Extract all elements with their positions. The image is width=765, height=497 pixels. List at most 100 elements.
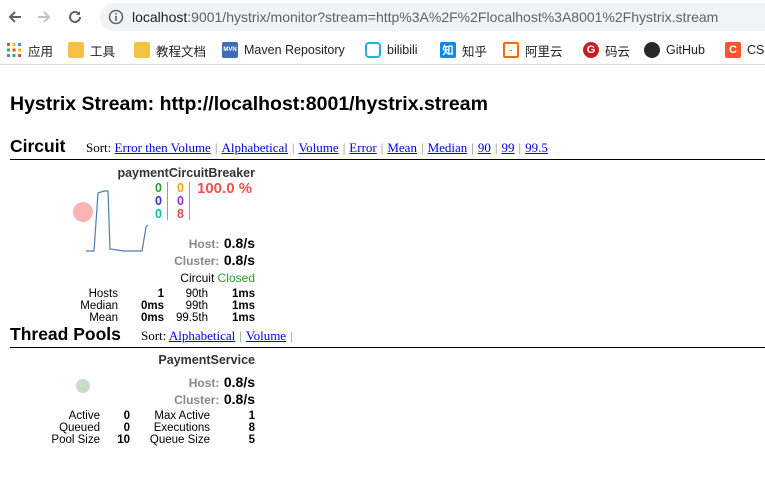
circuit-sort-bar: Sort: Error then Volume | Alphabetical | Vol… [86, 140, 548, 155]
github-icon [644, 42, 660, 58]
stat-mean-value: 0ms [140, 312, 164, 324]
thread-pools-section-title: Thread Pools [10, 324, 121, 344]
folder-icon [134, 42, 150, 58]
bookmark-gitee[interactable]: G 码云 [583, 41, 630, 59]
host-rate: 0.8/s [223, 374, 255, 390]
sort-90-link[interactable]: 90 [478, 140, 491, 155]
back-button[interactable] [4, 6, 26, 28]
tp-host-rate-row: Host: 0.8/s [189, 374, 255, 392]
bookmark-label: 应用 [28, 44, 54, 59]
stat-p99-value: 1ms [231, 300, 255, 312]
stat-hosts-value: 1 [157, 288, 164, 300]
stat-p995-label: 99.5th [176, 312, 208, 324]
cluster-label: Cluster: [174, 254, 220, 268]
sort-label: Sort: [141, 328, 167, 343]
bookmark-label: 教程文档 [156, 44, 207, 59]
sort-label: Sort: [86, 140, 112, 155]
back-arrow-icon [8, 11, 21, 23]
host-label: Host: [188, 376, 220, 390]
bookmark-csdn[interactable]: C CS [725, 41, 764, 59]
aliyun-icon: - [503, 42, 519, 58]
bookmark-tutorials[interactable]: 教程文档 [134, 41, 206, 59]
success-count: 0 [155, 181, 162, 195]
host-label: Host: [188, 237, 220, 251]
bookmark-label: CS [747, 43, 765, 57]
reload-icon [69, 10, 81, 23]
bookmarks-bar: 应用 工具 教程文档 MVN Maven Repository bilibili… [0, 35, 765, 65]
bookmark-label: GitHub [666, 43, 705, 57]
stat-queued-label: Queued [59, 422, 100, 434]
folder-icon [68, 42, 84, 58]
circuit-status-label: Circuit [180, 271, 215, 285]
stat-p99-label: 99th [185, 300, 208, 312]
csdn-icon: C [725, 42, 741, 58]
stat-median-value: 0ms [140, 300, 164, 312]
apps-grid-icon [6, 42, 22, 58]
thread-pool-monitor-panel: PaymentService Host: 0.8/s Cluster: 0.8/… [0, 350, 270, 450]
stat-p995-value: 1ms [231, 312, 255, 324]
stat-pool-size-label: Pool Size [51, 434, 100, 446]
thread-pools-section-header: Thread Pools Sort: Alphabetical | Volume | [10, 324, 765, 348]
sort-99-link[interactable]: 99 [502, 140, 515, 155]
stat-max-active-value: 1 [248, 410, 255, 422]
zhihu-icon: 知 [440, 42, 456, 58]
count-divider [189, 182, 190, 220]
circuit-status: Circuit Closed [180, 271, 255, 285]
bookmark-maven[interactable]: MVN Maven Repository [222, 41, 345, 59]
stat-median-label: Median [80, 300, 118, 312]
stat-active-value: 0 [123, 410, 130, 422]
url-path: :9001/hystrix/monitor?stream=http%3A%2F%… [187, 9, 719, 25]
sort-alphabetical-link[interactable]: Alphabetical [221, 140, 287, 155]
sort-volume-link[interactable]: Volume [298, 140, 338, 155]
url-text: localhost:9001/hystrix/monitor?stream=ht… [132, 9, 718, 25]
rejected-count: 0 [177, 194, 184, 208]
sort-99-5-link[interactable]: 99.5 [525, 140, 548, 155]
site-info-icon[interactable] [108, 9, 124, 25]
address-bar[interactable]: localhost:9001/hystrix/monitor?stream=ht… [100, 3, 765, 31]
sort-error-then-volume-link[interactable]: Error then Volume [115, 140, 211, 155]
reload-button[interactable] [64, 6, 86, 28]
sort-volume-link[interactable]: Volume [246, 328, 286, 343]
cluster-rate: 0.8/s [223, 252, 255, 268]
sort-error-link[interactable]: Error [349, 140, 376, 155]
forward-button[interactable] [33, 6, 55, 28]
browser-toolbar: localhost:9001/hystrix/monitor?stream=ht… [0, 0, 765, 35]
bookmark-label: 知乎 [462, 44, 488, 59]
bookmark-apps[interactable]: 应用 [6, 41, 53, 59]
sort-alphabetical-link[interactable]: Alphabetical [169, 328, 235, 343]
sort-mean-link[interactable]: Mean [387, 140, 417, 155]
cluster-rate: 0.8/s [223, 391, 255, 407]
stat-executions-value: 8 [248, 422, 255, 434]
cluster-rate-row: Cluster: 0.8/s [174, 252, 255, 270]
thread-pool-health-circle [76, 379, 90, 393]
stat-queue-size-value: 5 [248, 434, 255, 446]
bookmark-label: Maven Repository [244, 43, 345, 57]
failure-count: 8 [177, 207, 184, 221]
stat-pool-size-value: 10 [117, 434, 130, 446]
stat-p90-value: 1ms [231, 288, 255, 300]
stat-executions-label: Executions [153, 422, 210, 434]
bookmark-label: 码云 [605, 44, 631, 59]
stat-queue-size-label: Queue Size [149, 434, 210, 446]
bad-request-count: 0 [155, 207, 162, 221]
stat-max-active-label: Max Active [154, 410, 210, 422]
bookmark-bilibili[interactable]: bilibili [365, 41, 418, 59]
bookmark-github[interactable]: GitHub [644, 41, 705, 59]
circuit-status-value: Closed [217, 271, 255, 285]
bookmark-label: 阿里云 [525, 44, 563, 59]
bookmark-label: 工具 [90, 44, 116, 59]
error-percentage: 100.0 % [197, 180, 253, 197]
sort-median-link[interactable]: Median [428, 140, 468, 155]
host-rate: 0.8/s [223, 235, 255, 251]
circuit-section-header: Circuit Sort: Error then Volume | Alphabet… [10, 136, 765, 160]
bookmark-tools[interactable]: 工具 [68, 41, 115, 59]
thread-pools-sort-bar: Sort: Alphabetical | Volume | [141, 328, 293, 343]
bookmark-aliyun[interactable]: - 阿里云 [503, 41, 563, 59]
cluster-label: Cluster: [174, 393, 220, 407]
rate-sparkline [86, 190, 149, 252]
stat-mean-label: Mean [89, 312, 118, 324]
stat-hosts-label: Hosts [88, 288, 118, 300]
bookmark-zhihu[interactable]: 知 知乎 [440, 41, 487, 59]
timeout-count: 0 [177, 181, 184, 195]
bilibili-icon [365, 42, 381, 58]
